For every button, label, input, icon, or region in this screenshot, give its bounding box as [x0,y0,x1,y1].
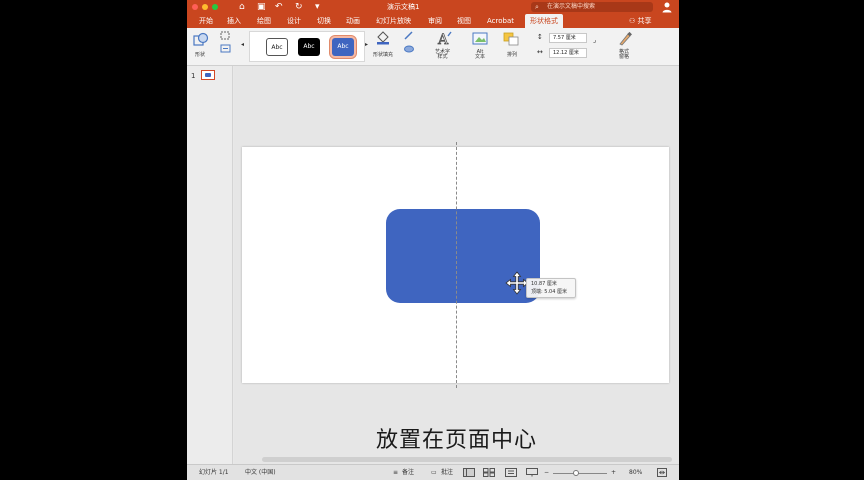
shape-width-field[interactable]: 12.12 厘米 [549,48,587,58]
horizontal-scrollbar[interactable] [262,457,672,462]
slideshow-icon[interactable] [526,468,538,477]
slide-number: 1 [191,72,196,80]
ribbon-tabs: 开始 插入 绘图 设计 切换 动画 幻灯片放映 审阅 视图 Acrobat 形状… [187,14,679,28]
format-pane-label: 格式 窗格 [619,49,630,60]
home-icon[interactable]: ⌂ [239,1,245,13]
wordart-styles-icon[interactable]: A [437,30,453,48]
status-bar: 幻灯片 1/1 中文 (中国) ≡ 备注 ▭ 批注 − + 80% [187,464,679,480]
search-placeholder: 在演示文稿中搜索 [547,3,596,10]
zoom-in-button[interactable]: + [611,468,616,477]
slide-thumbnail[interactable] [201,70,215,80]
tooltip-top-value: 顶端: 5.04 厘米 [531,289,567,295]
tab-slideshow[interactable]: 幻灯片放映 [376,14,411,28]
zoom-slider[interactable] [553,473,607,474]
search-box[interactable]: ⌕ 在演示文稿中搜索 [531,2,653,12]
title-bar: ⌂ ▣ ↶ ↻ ▾ 演示文稿1 ⌕ 在演示文稿中搜索 [187,0,679,14]
tab-view[interactable]: 视图 [457,14,471,28]
shape-styles-gallery: Abc Abc Abc [249,31,365,62]
tab-draw[interactable]: 绘图 [257,14,271,28]
shape-fill-icon[interactable] [375,31,391,45]
redo-icon[interactable]: ↻ [295,1,303,13]
gallery-next-icon[interactable]: ▸ [365,42,368,48]
text-box-icon[interactable] [219,44,233,54]
tab-shape-format[interactable]: 形状格式 [525,14,563,28]
slide-counter: 幻灯片 1/1 [199,469,229,476]
center-alignment-guide [456,142,457,388]
shapes-label: 形状 [195,52,206,58]
language-indicator[interactable]: 中文 (中国) [245,468,276,477]
shapes-icon[interactable] [193,32,209,48]
share-label: 共享 [637,17,652,25]
shape-height-field[interactable]: 7.57 厘米 [549,33,587,43]
comments-button[interactable]: 批注 [441,468,453,477]
share-button[interactable]: ⚇ 共享 [629,14,652,28]
reading-view-icon[interactable] [505,468,517,477]
slide-editing-area: 10.87 厘米 顶端: 5.04 厘米 放置在页面中心 [234,66,679,464]
comments-icon[interactable]: ▭ [431,468,437,477]
tab-home[interactable]: 开始 [199,14,213,28]
notes-icon[interactable]: ≡ [393,468,398,477]
alt-text-icon[interactable] [472,32,488,46]
share-icon: ⚇ [629,17,638,25]
zoom-window-button[interactable] [212,4,218,10]
document-title: 演示文稿1 [387,3,420,11]
zoom-out-button[interactable]: − [544,468,549,477]
thumbnail-shape [205,73,211,77]
minimize-window-button[interactable] [202,4,208,10]
save-icon[interactable]: ▣ [257,1,266,13]
slide-sorter-icon[interactable] [483,468,495,477]
gallery-prev-icon[interactable]: ◂ [241,42,244,48]
shape-fill-label: 形状填充 [373,52,394,58]
normal-view-icon[interactable] [463,468,475,477]
search-icon: ⌕ [535,3,539,11]
notes-button[interactable]: 备注 [402,468,414,477]
tab-review[interactable]: 审阅 [428,14,442,28]
arrange-label: 排列 [507,52,518,58]
powerpoint-window: ⌂ ▣ ↶ ↻ ▾ 演示文稿1 ⌕ 在演示文稿中搜索 开始 插入 绘图 设计 切… [187,0,679,480]
customize-toolbar-icon[interactable]: ▾ [315,1,320,13]
tab-design[interactable]: 设计 [287,14,301,28]
tab-acrobat[interactable]: Acrobat [487,14,514,28]
edit-shape-icon[interactable] [219,31,233,41]
width-icon: ↔ [537,48,543,56]
account-icon[interactable] [661,1,673,13]
undo-icon[interactable]: ↶ [275,1,283,13]
shape-style-blue[interactable]: Abc [332,38,354,56]
shape-style-outline[interactable]: Abc [266,38,288,56]
shape-effects-icon[interactable] [403,44,415,54]
tab-animations[interactable]: 动画 [346,14,360,28]
tooltip-left-value: 10.87 厘米 [531,281,557,287]
shape-outline-icon[interactable] [403,31,415,41]
tab-transitions[interactable]: 切换 [317,14,331,28]
tab-insert[interactable]: 插入 [227,14,241,28]
size-dialog-icon[interactable]: ⌟ [593,37,596,44]
fit-to-window-icon[interactable] [657,468,667,477]
zoom-slider-thumb[interactable] [572,470,579,476]
arrange-icon[interactable] [503,32,519,46]
svg-text:A: A [437,32,449,48]
ribbon-toolbar: 形状 ◂ Abc Abc Abc ▸ 形状填充 A 艺术字 样式 Alt 文本 … [187,28,679,66]
shape-style-black[interactable]: Abc [298,38,320,56]
zoom-level[interactable]: 80% [629,468,642,477]
format-pane-icon[interactable] [617,31,633,47]
height-icon: ↕ [537,33,543,41]
wordart-styles-label: 艺术字 样式 [435,49,451,60]
close-window-button[interactable] [192,4,198,10]
position-tooltip: 10.87 厘米 顶端: 5.04 厘米 [526,278,576,298]
alt-text-label: Alt 文本 [475,49,486,60]
video-caption: 放置在页面中心 [375,428,537,453]
slide-thumbnail-pane: 1 [187,66,233,464]
